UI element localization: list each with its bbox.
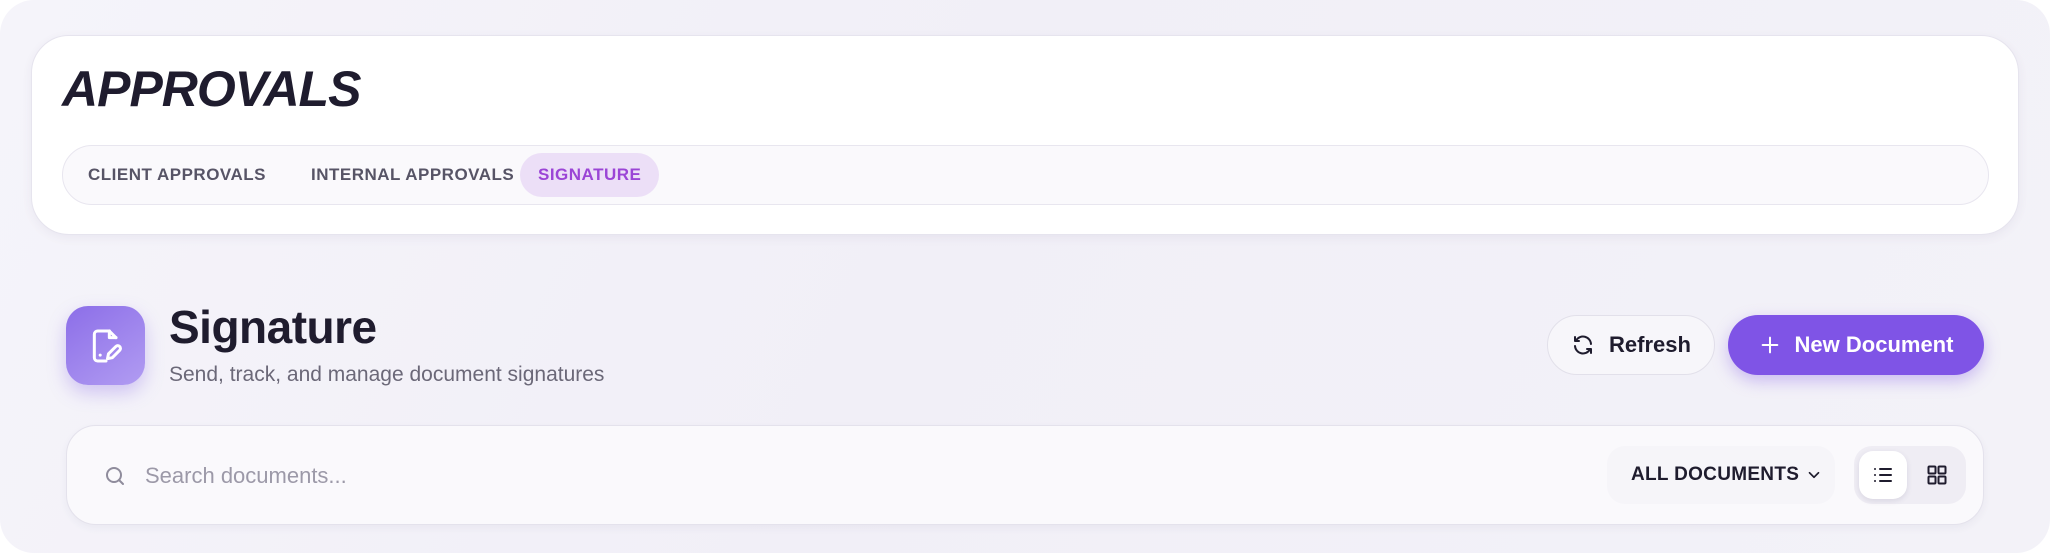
section-title: Signature	[169, 301, 377, 353]
refresh-icon	[1574, 335, 1593, 355]
grid-view-button[interactable]	[1913, 451, 1961, 499]
search-input[interactable]	[145, 454, 1045, 498]
refresh-label: Refresh	[1609, 332, 1691, 357]
tab-internal-approvals[interactable]: INTERNAL APPROVALS	[293, 153, 532, 197]
plus-icon	[1761, 336, 1778, 354]
app-frame: APPROVALS CLIENT APPROVALS INTERNAL APPR…	[0, 0, 2050, 553]
chevron-down-icon	[1808, 471, 1820, 479]
tab-signature[interactable]: SIGNATURE	[520, 153, 660, 197]
search-icon	[106, 467, 124, 485]
header-card: APPROVALS CLIENT APPROVALS INTERNAL APPR…	[31, 35, 2019, 235]
list-view-button[interactable]	[1859, 451, 1907, 499]
tab-client-approvals[interactable]: CLIENT APPROVALS	[70, 153, 284, 197]
new-document-button[interactable]: New Document	[1728, 315, 1984, 375]
approval-tabs: CLIENT APPROVALS INTERNAL APPROVALS SIGN…	[62, 145, 1989, 205]
page-title: APPROVALS	[62, 61, 361, 117]
list-icon	[1874, 468, 1892, 482]
refresh-button[interactable]: Refresh	[1547, 315, 1715, 375]
filter-selected-label: ALL DOCUMENTS	[1631, 464, 1800, 485]
search-bar: ALL DOCUMENTS	[66, 425, 1984, 525]
file-signature-icon	[66, 306, 145, 385]
grid-icon	[1927, 465, 1947, 485]
new-document-label: New Document	[1794, 332, 1954, 357]
section-subtitle: Send, track, and manage document signatu…	[169, 363, 605, 386]
document-filter-select[interactable]: ALL DOCUMENTS	[1607, 446, 1835, 504]
view-toggle	[1854, 446, 1966, 504]
